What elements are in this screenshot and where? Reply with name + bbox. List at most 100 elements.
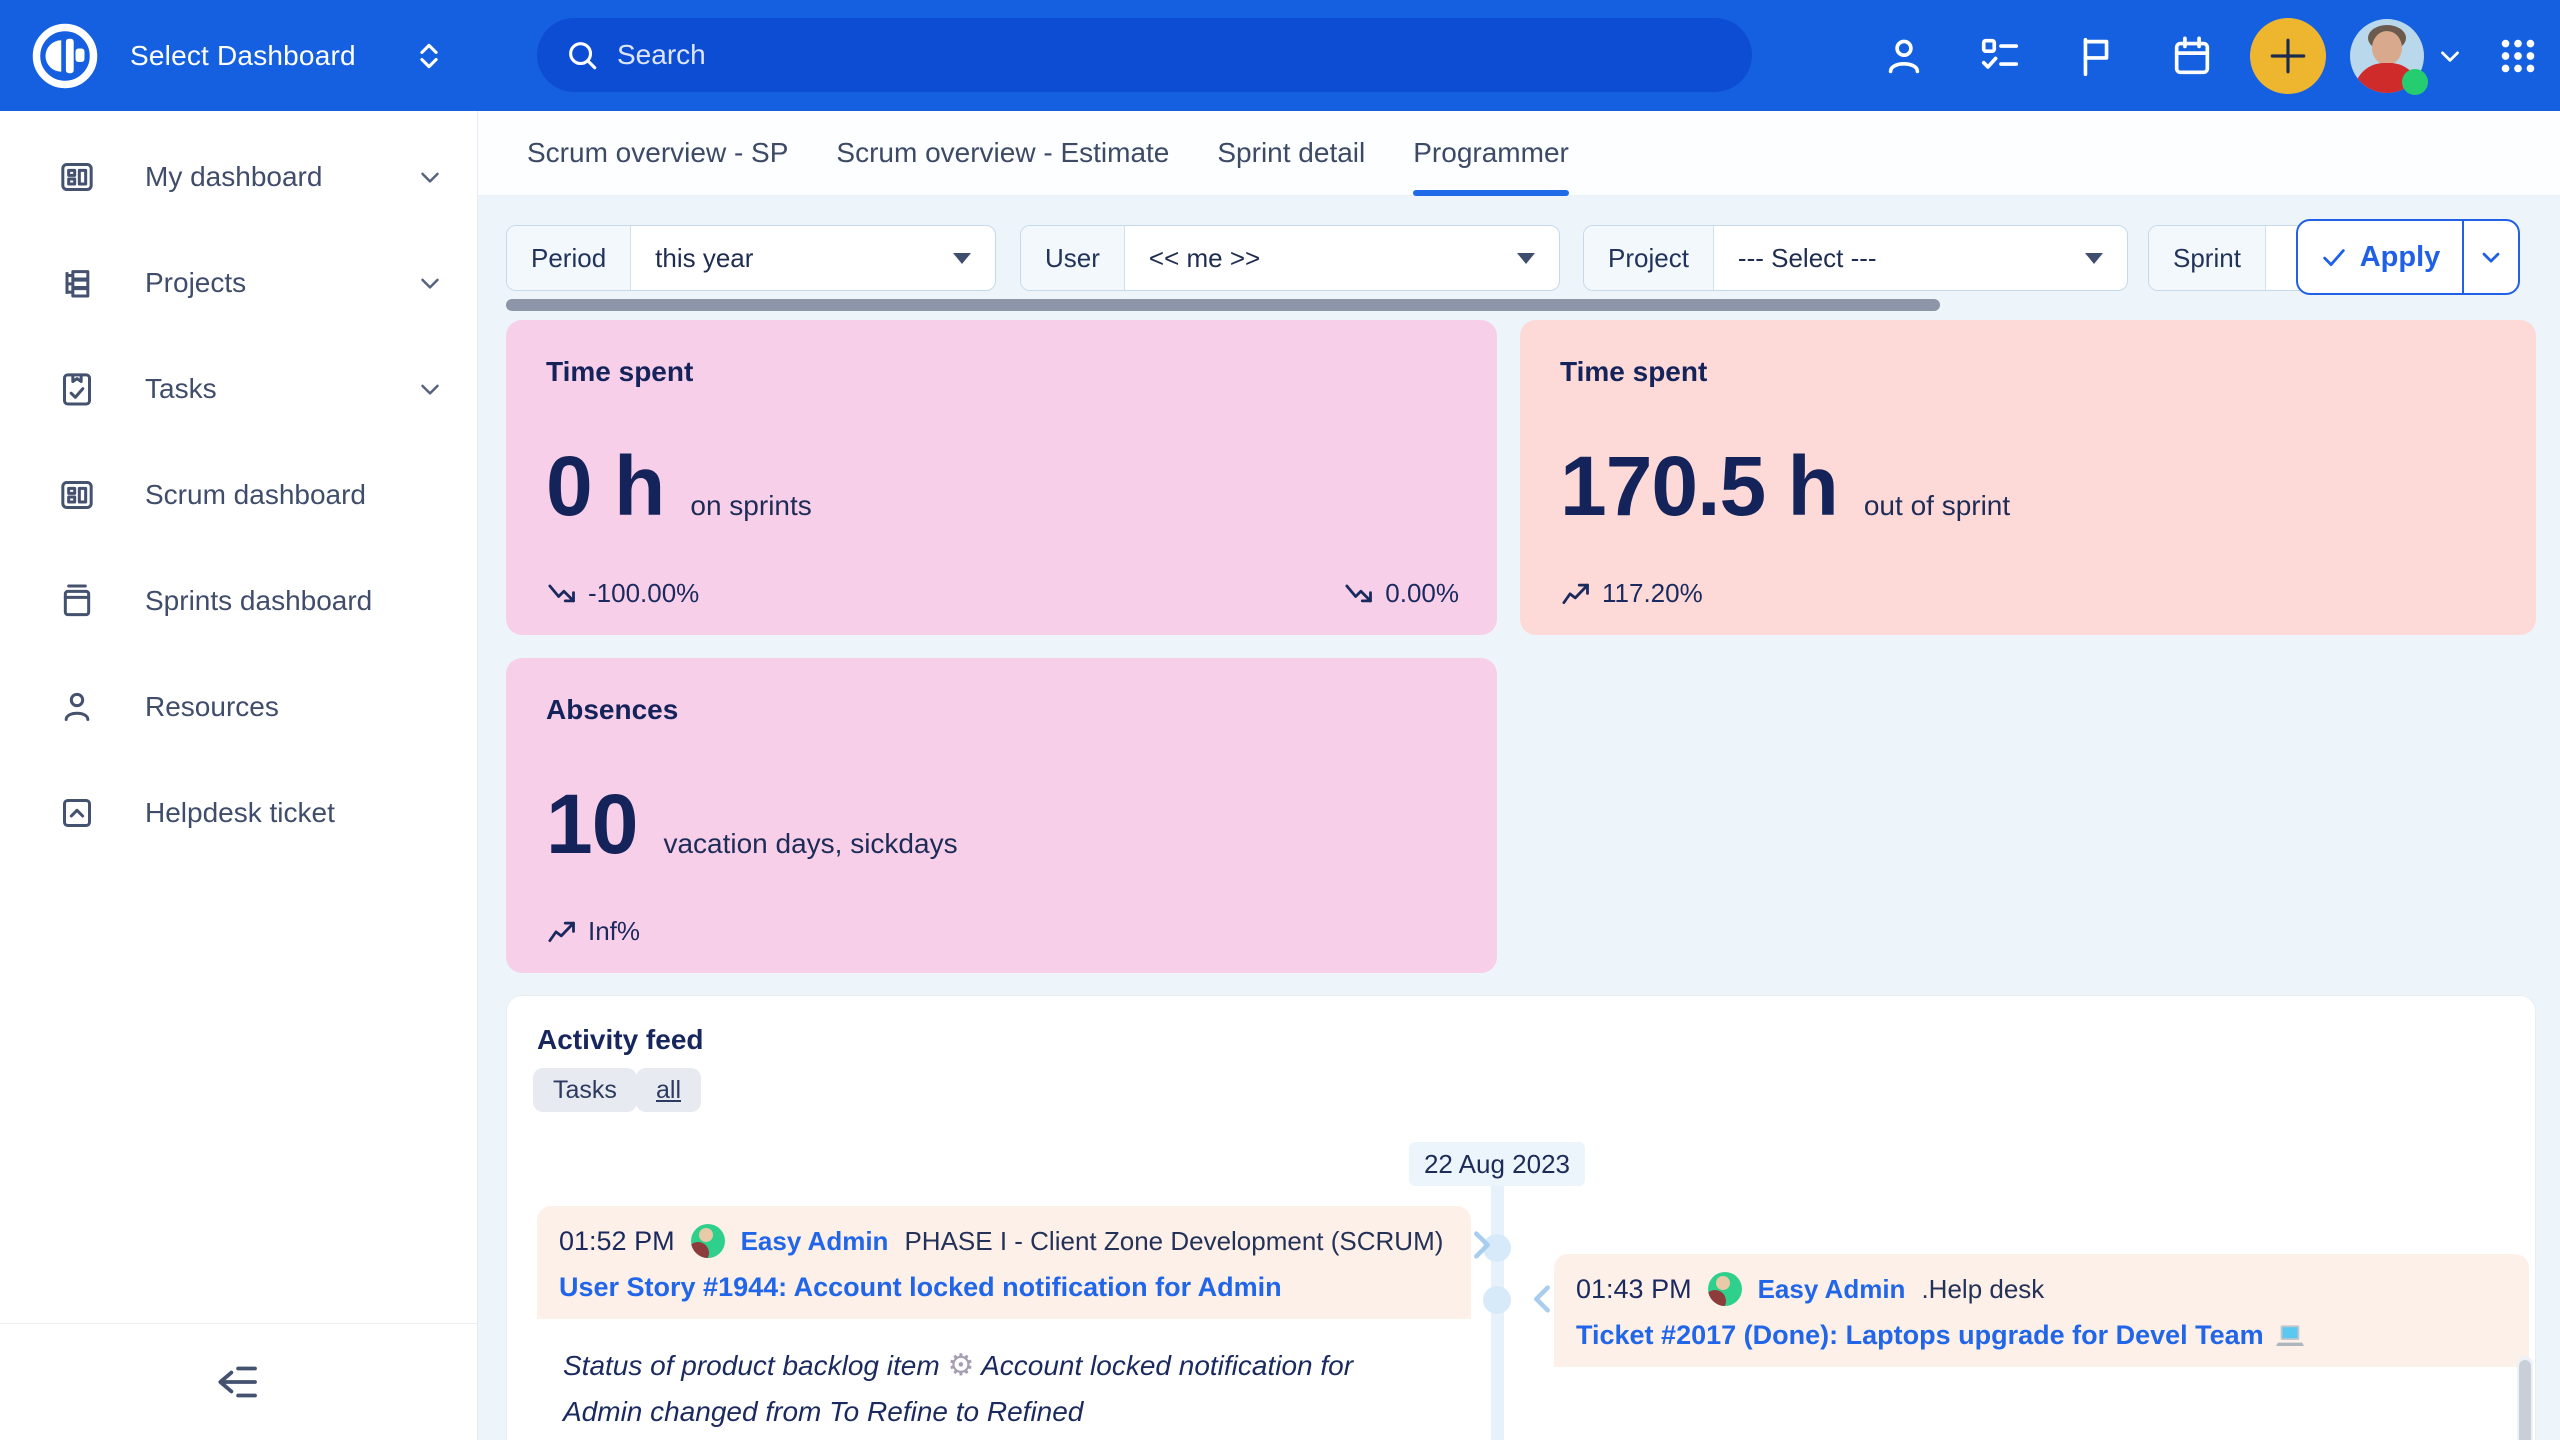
feed-entry-user-link[interactable]: Easy Admin: [1758, 1274, 1906, 1305]
dashboard-selector[interactable]: Select Dashboard: [130, 39, 446, 73]
calendar-button[interactable]: [2144, 33, 2240, 79]
kpi-caption: vacation days, sickdays: [663, 828, 957, 860]
feed-entry-ticket-link-text: Ticket #2017 (Done): Laptops upgrade for…: [1576, 1320, 2264, 1351]
trend-up-icon: [546, 917, 580, 945]
user-profile-button[interactable]: [1856, 33, 1952, 79]
user-filter-select[interactable]: << me >>: [1125, 226, 1559, 290]
feed-scrollbar-thumb[interactable]: [2519, 1360, 2531, 1440]
dropdown-caret-icon: [953, 253, 971, 264]
feed-entry-ticket-link[interactable]: Ticket #2017 (Done): Laptops upgrade for…: [1576, 1320, 2507, 1351]
trend-value: 117.20%: [1602, 578, 1703, 609]
apply-button-label: Apply: [2360, 241, 2441, 274]
sidebar-item-helpdesk-ticket[interactable]: Helpdesk ticket: [0, 760, 477, 866]
user-menu-chevron[interactable]: [2424, 41, 2476, 71]
user-filter-value: << me >>: [1149, 243, 1260, 274]
kpi-card-time-spent-sprints: Time spent 0 h on sprints -100.00% 0.00%: [506, 320, 1497, 635]
feed-filter-tasks-button[interactable]: Tasks: [533, 1068, 637, 1112]
feed-entry-issue-link[interactable]: User Story #1944: Account locked notific…: [559, 1272, 1449, 1303]
plus-icon: [2267, 35, 2309, 77]
checklist-icon: [1977, 33, 2023, 79]
sprints-archive-icon: [57, 581, 97, 621]
tab-scrum-overview-sp[interactable]: Scrum overview - SP: [527, 111, 788, 196]
global-search: [537, 18, 1752, 92]
check-icon: [2320, 243, 2348, 271]
kpi-value: 170.5 h: [1560, 438, 1838, 535]
sidebar-item-resources[interactable]: Resources: [0, 654, 477, 760]
period-filter-select[interactable]: this year: [631, 226, 995, 290]
feed-entry-header: 01:52 PM Easy Admin PHASE I - Client Zon…: [537, 1206, 1471, 1319]
app-grid-button[interactable]: [2476, 33, 2560, 79]
user-avatar[interactable]: [1708, 1272, 1742, 1306]
chevron-down-icon[interactable]: [415, 162, 445, 192]
dropdown-caret-icon: [2085, 253, 2103, 264]
apply-button[interactable]: Apply: [2296, 219, 2520, 295]
trend-value: -100.00%: [588, 578, 699, 609]
feed-entry-time: 01:43 PM: [1576, 1274, 1692, 1305]
tab-programmer[interactable]: Programmer: [1413, 111, 1569, 196]
project-filter-label: Project: [1584, 226, 1714, 290]
current-user-avatar[interactable]: [2350, 19, 2424, 93]
chevron-down-icon[interactable]: [415, 374, 445, 404]
sidebar-item-sprints-dashboard[interactable]: Sprints dashboard: [0, 548, 477, 654]
feed-entry-user-link[interactable]: Easy Admin: [741, 1226, 889, 1257]
period-filter: Period this year: [506, 225, 996, 291]
feed-entry-body: Status of product backlog item ⚙ Account…: [537, 1319, 1461, 1440]
easy-software-logo-icon: [29, 20, 101, 92]
horizontal-scrollbar-thumb[interactable]: [506, 299, 1940, 311]
project-filter-select[interactable]: --- Select ---: [1714, 226, 2127, 290]
activity-feed-panel: Activity feed Tasks all 22 Aug 2023 01:5…: [506, 995, 2536, 1440]
kpi-value: 0 h: [546, 438, 664, 535]
sidebar-item-my-dashboard[interactable]: My dashboard: [0, 124, 477, 230]
kpi-card-time-spent-out-of-sprint: Time spent 170.5 h out of sprint 117.20%: [1520, 320, 2536, 635]
gear-icon: ⚙: [947, 1348, 974, 1383]
trend-down-icon: [1343, 579, 1377, 607]
quick-add-button[interactable]: [2250, 18, 2326, 94]
sidebar-item-label: Resources: [145, 691, 279, 723]
feed-entry-right[interactable]: 01:43 PM Easy Admin .Help desk Ticket #2…: [1554, 1254, 2529, 1440]
sidebar-item-scrum-dashboard[interactable]: Scrum dashboard: [0, 442, 477, 548]
sidebar-item-label: Scrum dashboard: [145, 479, 366, 511]
user-avatar[interactable]: [691, 1224, 725, 1258]
project-filter-value: --- Select ---: [1738, 243, 1877, 274]
dashboard-icon: [57, 475, 97, 515]
sidebar-item-projects[interactable]: Projects: [0, 230, 477, 336]
person-icon: [57, 687, 97, 727]
chevron-down-icon[interactable]: [415, 268, 445, 298]
kpi-card-title: Absences: [546, 694, 1457, 726]
sidebar-item-tasks[interactable]: Tasks: [0, 336, 477, 442]
task-list-button[interactable]: [1952, 33, 2048, 79]
trend-down-icon: [546, 579, 580, 607]
grid-dots-icon: [2495, 33, 2541, 79]
projects-hierarchy-icon: [57, 263, 97, 303]
collapse-sidebar-icon: [210, 1355, 264, 1409]
main-content: Scrum overview - SP Scrum overview - Est…: [478, 111, 2560, 1440]
top-bar: Select Dashboard: [0, 0, 2560, 111]
sidebar-collapse-button[interactable]: [210, 1355, 264, 1409]
sidebar-item-label: Sprints dashboard: [145, 585, 372, 617]
apply-options-chevron[interactable]: [2464, 221, 2518, 293]
tab-scrum-overview-estimate[interactable]: Scrum overview - Estimate: [836, 111, 1169, 196]
person-icon: [1881, 33, 1927, 79]
feed-filter-all-button[interactable]: all: [636, 1068, 701, 1112]
sidebar-item-label: My dashboard: [145, 161, 322, 193]
feed-entry-project: .Help desk: [1921, 1274, 2044, 1305]
dashboard-icon: [57, 157, 97, 197]
app-logo[interactable]: [0, 20, 130, 92]
sidebar-item-label: Tasks: [145, 373, 217, 405]
feed-entry-left[interactable]: 01:52 PM Easy Admin PHASE I - Client Zon…: [537, 1206, 1471, 1440]
chevron-left-icon: [1529, 1282, 1555, 1316]
helpdesk-ticket-icon: [57, 793, 97, 833]
tasks-clipboard-icon: [57, 369, 97, 409]
apply-button-main[interactable]: Apply: [2298, 221, 2464, 293]
chevron-down-icon: [2477, 243, 2505, 271]
sidebar-footer: [0, 1323, 477, 1440]
activity-feed-title: Activity feed: [537, 1024, 704, 1056]
kpi-caption: on sprints: [690, 490, 811, 522]
tab-sprint-detail[interactable]: Sprint detail: [1217, 111, 1365, 196]
flagged-items-button[interactable]: [2048, 33, 2144, 79]
search-icon: [565, 38, 599, 72]
search-input[interactable]: [617, 39, 1724, 71]
kpi-caption: out of sprint: [1864, 490, 2010, 522]
feed-entry-project: PHASE I - Client Zone Development (SCRUM…: [904, 1226, 1443, 1257]
kpi-card-absences: Absences 10 vacation days, sickdays Inf%: [506, 658, 1497, 973]
